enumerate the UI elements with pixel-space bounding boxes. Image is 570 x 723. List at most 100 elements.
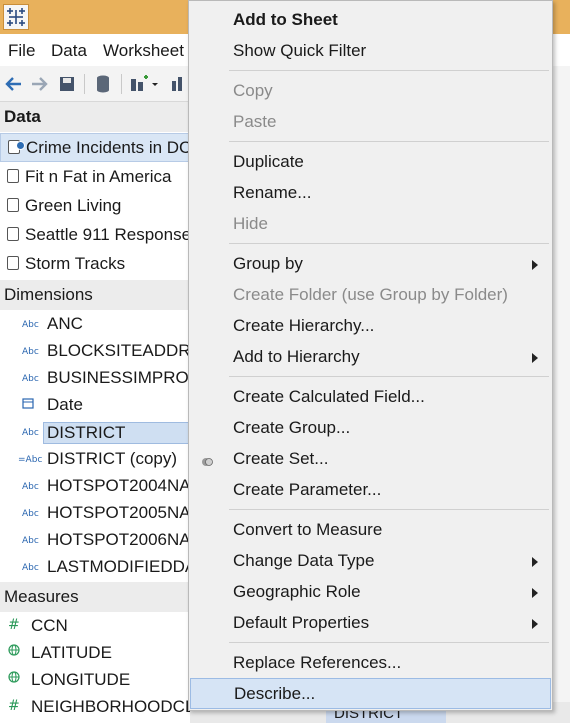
datasource-icon[interactable] [94, 73, 112, 95]
field-label: LASTMODIFIEDDATE [47, 557, 190, 576]
forward-icon[interactable] [30, 73, 48, 95]
measure-field[interactable]: LATITUDE [0, 640, 190, 667]
field-label: DISTRICT (copy) [47, 449, 178, 468]
string-type-icon: Abc [22, 374, 39, 384]
calculated-string-type-icon: =Abc [18, 455, 43, 465]
dimensions-header: Dimensions [0, 280, 190, 310]
menu-item-create-calculated-field[interactable]: Create Calculated Field... [189, 382, 552, 413]
datasource-label: Green Living [25, 196, 122, 215]
menu-item-copy[interactable]: Copy [189, 76, 552, 107]
menu-item-paste[interactable]: Paste [189, 107, 552, 138]
menu-separator [229, 376, 549, 377]
submenu-arrow-icon [532, 260, 538, 270]
menu-item-create-folder[interactable]: Create Folder (use Group by Folder) [189, 280, 552, 311]
dimension-field[interactable]: Abc HOTSPOT2006NAME [0, 527, 190, 554]
measure-field[interactable]: LONGITUDE [0, 667, 190, 694]
new-worksheet-icon[interactable] [129, 73, 159, 95]
datasource-label: Fit n Fat in America [25, 167, 172, 186]
worksheet-canvas [552, 66, 570, 723]
field-label: CCN [31, 616, 68, 635]
calendar-icon [22, 397, 34, 413]
dimension-field[interactable]: Abc BLOCKSITEADDRESS [0, 338, 190, 365]
dimension-field[interactable]: Abc HOTSPOT2005NAME [0, 500, 190, 527]
globe-icon [8, 644, 20, 660]
dimension-field[interactable]: Abc LASTMODIFIEDDATE [0, 554, 190, 581]
string-type-icon: Abc [22, 482, 39, 492]
menu-item-describe[interactable]: Describe... [190, 678, 551, 709]
data-pane-header: Data [0, 102, 190, 132]
submenu-arrow-icon [532, 353, 538, 363]
menu-worksheet[interactable]: Worksheet [103, 41, 184, 61]
menu-item-replace-references[interactable]: Replace References... [189, 648, 552, 679]
datasource-label: Crime Incidents in DC [26, 138, 190, 157]
string-type-icon: Abc [22, 536, 39, 546]
datasource-item[interactable]: Crime Incidents in DC [0, 133, 190, 162]
field-label: HOTSPOT2006NAME [47, 530, 190, 549]
string-type-icon: Abc [22, 347, 39, 357]
field-label: DISTRICT [43, 422, 190, 444]
dimension-field[interactable]: Date [0, 392, 190, 419]
field-label: HOTSPOT2005NAME [47, 503, 190, 522]
back-icon[interactable] [5, 73, 23, 95]
menu-data[interactable]: Data [51, 41, 87, 61]
dimension-field[interactable]: Abc ANC [0, 311, 190, 338]
field-label: LONGITUDE [31, 670, 131, 689]
dimension-field[interactable]: Abc HOTSPOT2004NAME [0, 473, 190, 500]
field-label: BLOCKSITEADDRESS [47, 341, 190, 360]
datasource-item[interactable]: Fit n Fat in America [0, 163, 190, 192]
menu-item-rename[interactable]: Rename... [189, 178, 552, 209]
menu-item-create-parameter[interactable]: Create Parameter... [189, 475, 552, 506]
submenu-arrow-icon [532, 557, 538, 567]
dimension-field[interactable]: Abc BUSINESSIMPROVEMENT [0, 365, 190, 392]
menu-item-show-quick-filter[interactable]: Show Quick Filter [189, 36, 552, 67]
datasource-label: Storm Tracks [25, 254, 126, 273]
field-label: HOTSPOT2004NAME [47, 476, 190, 495]
field-label: Date [47, 395, 83, 414]
menu-item-group-by[interactable]: Group by [189, 249, 552, 280]
measures-header: Measures [0, 582, 190, 612]
data-pane: Data Crime Incidents in DC Fit n Fat in … [0, 102, 190, 723]
string-type-icon: Abc [22, 509, 39, 519]
field-label: BUSINESSIMPROVEMENT [47, 368, 190, 387]
datasource-cylinder-icon [7, 256, 19, 270]
dimension-field-selected[interactable]: Abc DISTRICT [0, 419, 190, 446]
menu-item-change-data-type[interactable]: Change Data Type [189, 546, 552, 577]
string-type-icon: Abc [22, 563, 39, 573]
set-icon [201, 453, 213, 466]
menu-item-create-group[interactable]: Create Group... [189, 413, 552, 444]
menu-separator [229, 141, 549, 142]
save-icon[interactable] [58, 73, 76, 95]
menu-item-duplicate[interactable]: Duplicate [189, 147, 552, 178]
number-type-icon: # [8, 617, 20, 633]
field-label: ANC [47, 314, 83, 333]
measure-field[interactable]: # CCN [0, 613, 190, 640]
chart-icon[interactable] [170, 73, 188, 95]
measure-field[interactable]: # NEIGHBORHOODCLUSTER [0, 694, 190, 721]
submenu-arrow-icon [532, 588, 538, 598]
menu-separator [229, 243, 549, 244]
field-label: NEIGHBORHOODCLUSTER [31, 697, 190, 716]
menu-separator [229, 642, 549, 643]
menu-item-geographic-role[interactable]: Geographic Role [189, 577, 552, 608]
menu-item-create-set[interactable]: Create Set... [189, 444, 552, 475]
menu-item-hide[interactable]: Hide [189, 209, 552, 240]
tableau-app-icon[interactable] [3, 4, 29, 30]
datasource-item[interactable]: Storm Tracks [0, 250, 190, 279]
dimension-field[interactable]: =Abc DISTRICT (copy) [0, 446, 190, 473]
menu-item-default-properties[interactable]: Default Properties [189, 608, 552, 639]
menu-item-create-hierarchy[interactable]: Create Hierarchy... [189, 311, 552, 342]
globe-icon [8, 671, 20, 687]
datasource-item[interactable]: Seattle 911 Responses [0, 221, 190, 250]
datasource-cylinder-icon [7, 198, 19, 212]
submenu-arrow-icon [532, 619, 538, 629]
menu-file[interactable]: File [8, 41, 35, 61]
datasource-cylinder-icon [7, 169, 19, 183]
datasource-item[interactable]: Green Living [0, 192, 190, 221]
menu-item-add-to-sheet[interactable]: Add to Sheet [189, 5, 552, 36]
field-label: LATITUDE [31, 643, 112, 662]
datasource-cylinder-icon [7, 227, 19, 241]
menu-item-add-to-hierarchy[interactable]: Add to Hierarchy [189, 342, 552, 373]
menu-item-convert-to-measure[interactable]: Convert to Measure [189, 515, 552, 546]
toolbar-separator [121, 74, 122, 94]
string-type-icon: Abc [22, 320, 39, 330]
